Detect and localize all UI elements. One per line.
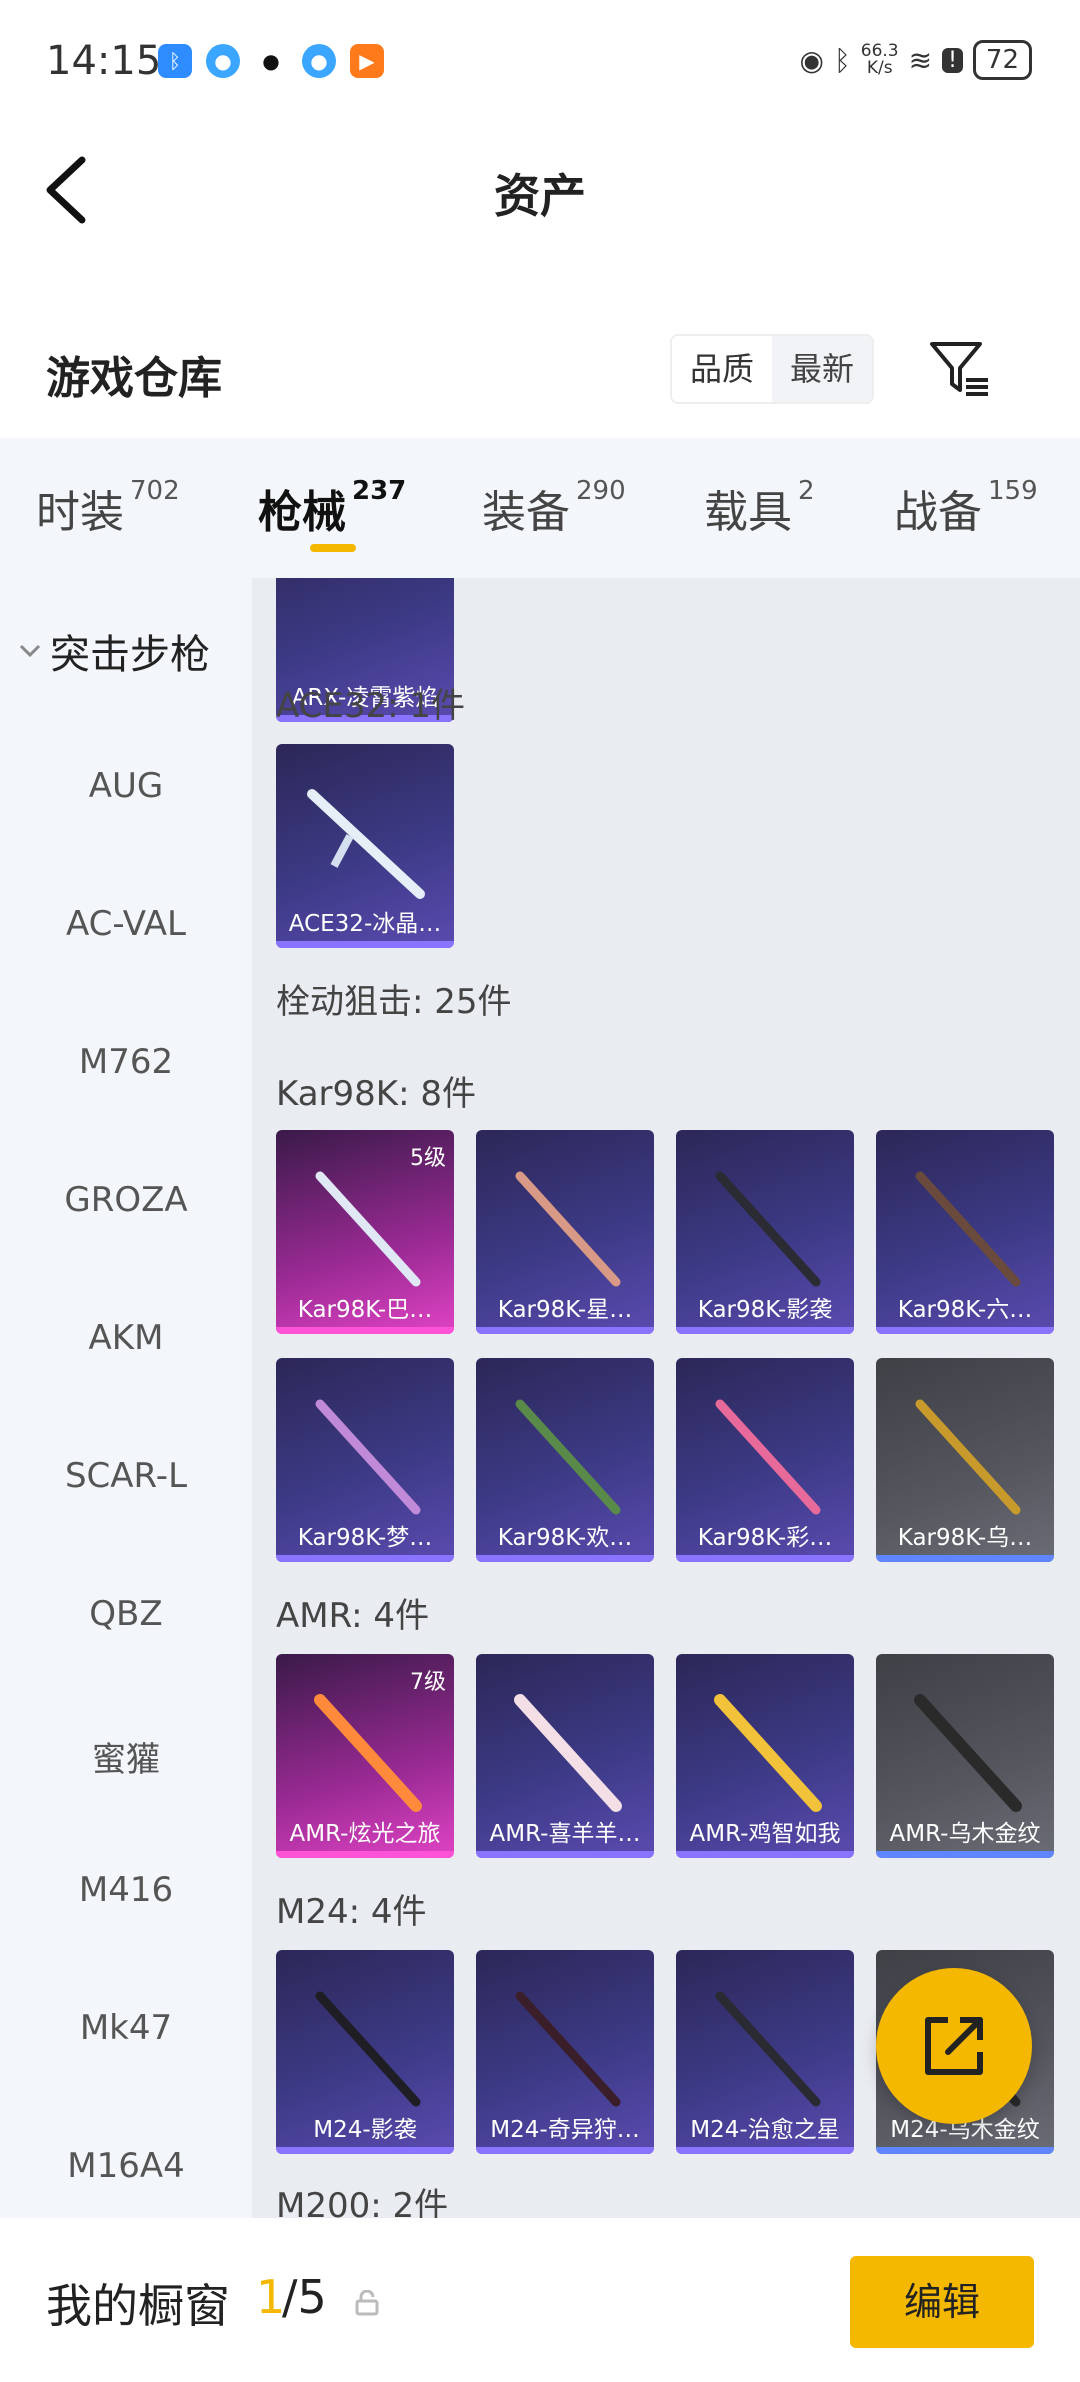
section-title: M24: 4件 (276, 1892, 427, 1932)
rifle-icon (714, 1694, 822, 1812)
share-fab-button[interactable] (876, 1968, 1032, 2124)
weapon-card[interactable]: Kar98K-梦… (276, 1358, 454, 1562)
weapon-card[interactable]: 5级 Kar98K-巴… (276, 1130, 454, 1334)
filter-icon (930, 342, 988, 396)
status-bar: 14:15 ᛒ ● ● ● ▶ ◉ ᛒ 66.3 K/s ≋ ! 72 (0, 0, 1080, 120)
weapon-card[interactable]: Kar98K-欢… (476, 1358, 654, 1562)
browser-app-icon: ● (302, 44, 336, 78)
tab-fashion[interactable]: 时装 702 (36, 476, 180, 540)
sidebar-item[interactable]: AUG (0, 766, 252, 806)
sidebar-item[interactable]: 蜜獾 (0, 1732, 252, 1781)
section-title: Kar98K: 8件 (276, 1074, 476, 1114)
qq-app-icon: ● (254, 44, 288, 78)
alert-icon: ! (942, 47, 963, 73)
weapon-card[interactable]: 7级 AMR-炫光之旅 (276, 1654, 454, 1858)
sidebar-item[interactable]: GROZA (0, 1180, 252, 1220)
rifle-icon (307, 789, 425, 899)
rifle-icon (915, 1399, 1021, 1515)
bluetooth-icon: ᛒ (833, 43, 851, 77)
active-tab-indicator (310, 544, 356, 552)
category-tabs: 时装 702 枪械 237 装备 290 载具 2 战备 159 (0, 438, 1080, 578)
status-time: 14:15 (46, 38, 162, 84)
showcase-current-count: 1 (256, 2270, 286, 2324)
status-right: ◉ ᛒ 66.3 K/s ≋ ! 72 (799, 40, 1032, 80)
rifle-icon (315, 1399, 421, 1515)
warehouse-header: 游戏仓库 品质 最新 (0, 320, 1080, 440)
net-speed: 66.3 K/s (860, 41, 899, 78)
weapon-card[interactable]: M24-影袭 (276, 1950, 454, 2154)
weapon-card[interactable]: Kar98K-乌… (876, 1358, 1054, 1562)
showcase-total-count: /5 (282, 2270, 327, 2324)
showcase-bar: 我的橱窗 1 /5 编辑 (0, 2218, 1080, 2382)
sort-quality-option[interactable]: 品质 (672, 336, 772, 402)
weapon-card[interactable]: Kar98K-彩… (676, 1358, 854, 1562)
sidebar-item[interactable]: SCAR-L (0, 1456, 252, 1496)
weapon-card[interactable]: AMR-乌木金纹 (876, 1654, 1054, 1858)
rifle-icon (915, 1171, 1021, 1287)
filter-button[interactable] (928, 336, 992, 400)
sidebar-item[interactable]: M762 (0, 1042, 252, 1082)
section-title: ACE32: 1件 (276, 686, 466, 726)
weapon-card[interactable]: Kar98K-影袭 (676, 1130, 854, 1334)
sidebar-item[interactable]: AKM (0, 1318, 252, 1358)
section-title: 栓动狙击: 25件 (276, 982, 512, 1022)
video-app-icon: ▶ (350, 44, 384, 78)
rifle-icon (515, 1171, 621, 1287)
sort-newest-option[interactable]: 最新 (772, 336, 872, 402)
warehouse-title: 游戏仓库 (46, 353, 222, 404)
weapon-type-sidebar: 突击步枪 AUG AC-VAL M762 GROZA AKM SCAR-L QB… (0, 578, 252, 2218)
edit-button[interactable]: 编辑 (850, 2256, 1034, 2348)
rifle-icon (514, 1694, 622, 1812)
chevron-down-icon (19, 644, 41, 658)
lock-icon (355, 2290, 379, 2316)
rifle-icon (715, 1171, 821, 1287)
bluetooth-app-icon: ᛒ (158, 44, 192, 78)
eye-icon: ◉ (799, 43, 824, 77)
rifle-icon (314, 1694, 422, 1812)
weapon-card[interactable]: M24-治愈之星 (676, 1950, 854, 2154)
notification-icons: ᛒ ● ● ● ▶ (158, 44, 384, 78)
rifle-icon (914, 1694, 1022, 1812)
sort-toggle: 品质 最新 (670, 334, 874, 404)
sidebar-item[interactable]: AC-VAL (0, 904, 252, 944)
showcase-label: 我的橱窗 (46, 2279, 230, 2333)
weapon-card[interactable]: M24-奇异狩… (476, 1950, 654, 2154)
tab-equipment[interactable]: 装备 290 (482, 476, 626, 540)
browser-app-icon: ● (206, 44, 240, 78)
page-title: 资产 (494, 169, 586, 223)
tab-vehicles[interactable]: 载具 2 (704, 476, 815, 540)
weapon-card[interactable]: Kar98K-星… (476, 1130, 654, 1334)
tab-supplies[interactable]: 战备 159 (894, 476, 1038, 540)
section-title: M200: 2件 (276, 2186, 449, 2218)
rifle-icon (715, 1399, 821, 1515)
wifi-icon: ≋ (908, 43, 933, 77)
external-link-icon (925, 2017, 983, 2075)
sidebar-group-assault-rifles[interactable]: 突击步枪 (18, 622, 210, 680)
weapon-card[interactable]: AMR-鸡智如我 (676, 1654, 854, 1858)
weapon-card[interactable]: AMR-喜羊羊… (476, 1654, 654, 1858)
sidebar-item[interactable]: M416 (0, 1870, 252, 1910)
sidebar-item[interactable]: QBZ (0, 1594, 252, 1634)
tab-guns[interactable]: 枪械 237 (258, 476, 406, 540)
weapon-card[interactable]: Kar98K-六… (876, 1130, 1054, 1334)
sidebar-item[interactable]: Mk47 (0, 2008, 252, 2048)
rifle-icon (715, 1991, 821, 2107)
section-title: AMR: 4件 (276, 1596, 430, 1636)
rifle-icon (515, 1399, 621, 1515)
sidebar-item[interactable]: M16A4 (0, 2146, 252, 2186)
rifle-icon (515, 1991, 621, 2107)
top-header: 资产 (0, 120, 1080, 260)
battery-indicator: 72 (972, 40, 1032, 80)
rifle-icon (315, 1171, 421, 1287)
rifle-icon (315, 1991, 421, 2107)
weapon-card[interactable]: ACE32-冰晶… (276, 744, 454, 948)
